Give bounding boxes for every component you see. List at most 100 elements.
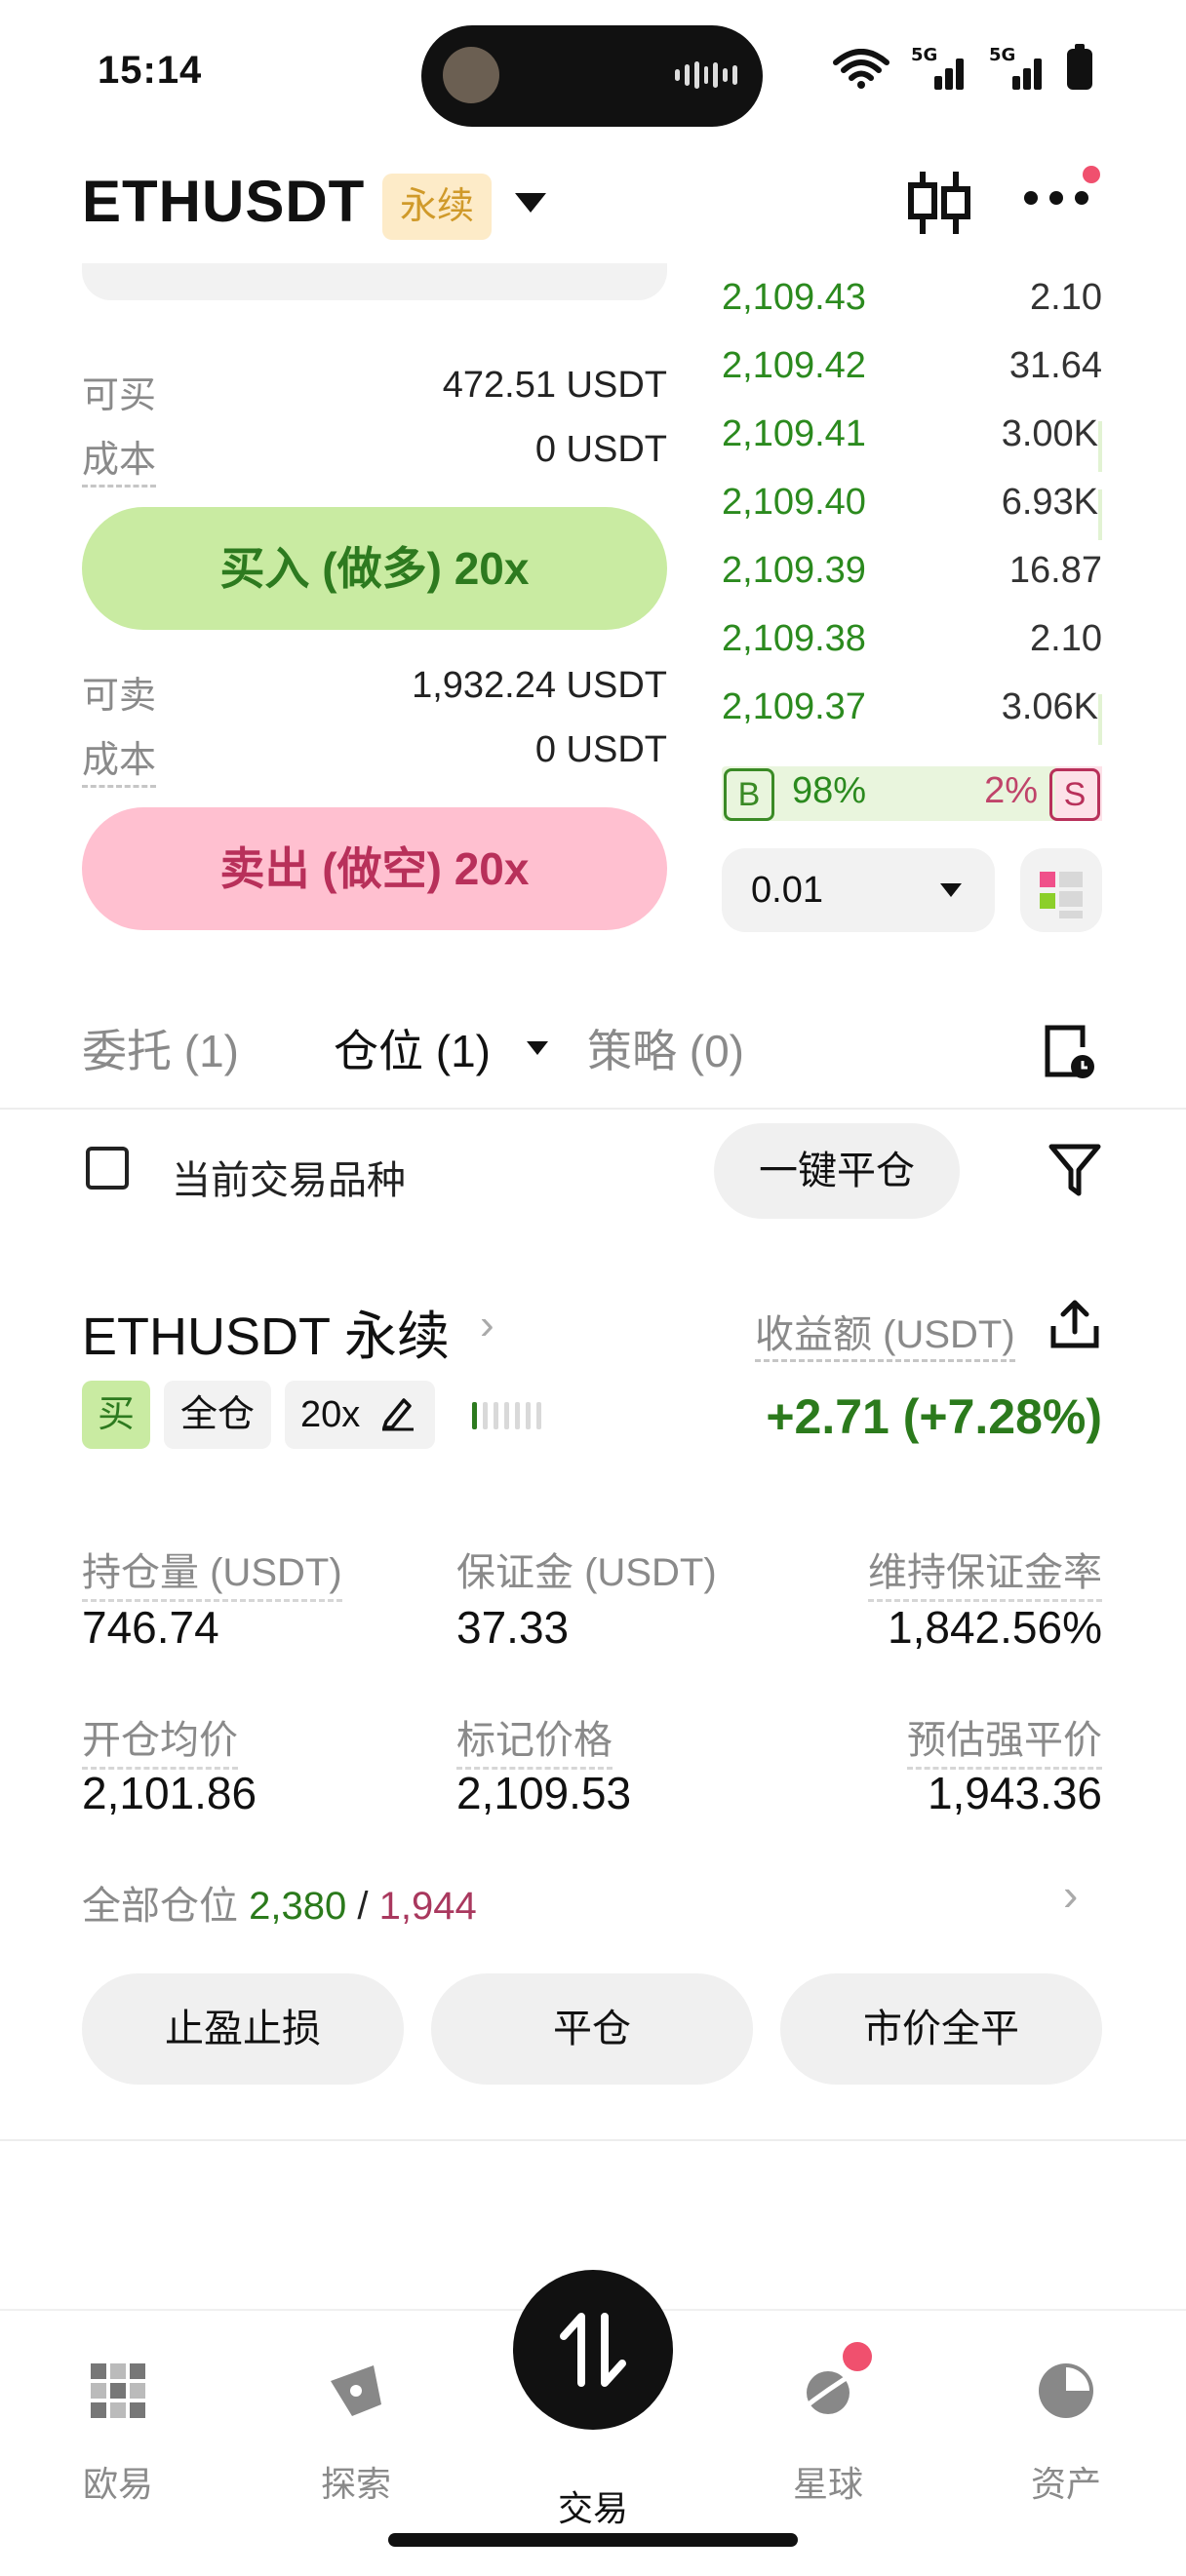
more-options-icon[interactable] xyxy=(1024,191,1088,205)
orderbook-price: 2,109.41 xyxy=(722,413,866,454)
orderbook-price: 2,109.42 xyxy=(722,345,866,386)
tab-orders[interactable]: 委托 (1) xyxy=(82,1016,239,1080)
close-position-button[interactable]: 平仓 xyxy=(431,1973,753,2085)
cellular-signal-icon-2: 5G xyxy=(989,45,1046,90)
all-positions-long: 2,380 xyxy=(249,1885,347,1928)
all-positions-short: 1,944 xyxy=(378,1885,477,1928)
section-divider xyxy=(0,1108,1186,1110)
sell-ratio-value: 2% xyxy=(984,770,1038,811)
tab-strategies[interactable]: 策略 (0) xyxy=(587,1016,744,1080)
buy-long-button[interactable]: 买入 (做多) 20x xyxy=(82,507,667,630)
pair-title[interactable]: ETHUSDT xyxy=(82,168,365,235)
edit-pen-icon[interactable] xyxy=(380,1394,414,1431)
orderbook-row[interactable]: 2,109.38 2.10 xyxy=(722,618,1102,686)
orderbook-row[interactable]: 2,109.43 2.10 xyxy=(722,277,1102,345)
liquidation-price-label[interactable]: 预估强平价 xyxy=(907,1708,1102,1770)
okx-logo-icon xyxy=(91,2363,145,2418)
entry-price-value: 2,101.86 xyxy=(82,1768,257,1818)
tp-sl-button[interactable]: 止盈止损 xyxy=(82,1973,404,2085)
pnl-label[interactable]: 收益额 (USDT) xyxy=(755,1303,1015,1362)
buy-cost-label[interactable]: 成本 xyxy=(82,429,157,488)
chevron-right-icon[interactable]: › xyxy=(480,1301,494,1349)
home-indicator[interactable] xyxy=(388,2533,798,2547)
buy-sell-ratio-bar: B 98% 2% S xyxy=(722,764,1102,823)
pie-chart-icon xyxy=(1039,2363,1093,2418)
all-positions-summary[interactable]: 全部仓位 2,380 / 1,944 xyxy=(82,1874,477,1931)
maintenance-margin-ratio-value: 1,842.56% xyxy=(888,1602,1102,1653)
layout-cell-icon xyxy=(1040,872,1055,887)
nav-label-trade: 交易 xyxy=(557,2488,628,2528)
sell-short-button[interactable]: 卖出 (做空) 20x xyxy=(82,807,667,930)
orderbook-price: 2,109.38 xyxy=(722,618,866,659)
chevron-right-icon[interactable]: › xyxy=(1063,1868,1078,1921)
mark-price-label[interactable]: 标记价格 xyxy=(456,1708,613,1770)
margin-value: 37.33 xyxy=(456,1602,570,1653)
layout-cell-icon xyxy=(1040,893,1055,909)
price-step-value: 0.01 xyxy=(751,870,823,911)
amount-input-partial[interactable] xyxy=(82,263,667,300)
nav-item-okx[interactable]: 欧易 xyxy=(45,2360,191,2507)
market-close-all-button[interactable]: 市价全平 xyxy=(780,1973,1102,2085)
share-icon[interactable] xyxy=(1048,1297,1102,1351)
margin-mode-badge: 全仓 xyxy=(164,1381,271,1449)
nav-item-planet[interactable]: 星球 xyxy=(755,2360,901,2507)
orderbook-row[interactable]: 2,109.42 31.64 xyxy=(722,345,1102,413)
buy-ratio-value: 98% xyxy=(792,770,867,811)
order-history-icon[interactable] xyxy=(1042,1022,1096,1082)
orderbook-price: 2,109.43 xyxy=(722,277,866,318)
orderbook-layout-button[interactable] xyxy=(1020,848,1102,932)
battery-icon xyxy=(1067,44,1092,90)
entry-price-label[interactable]: 开仓均价 xyxy=(82,1708,238,1770)
sell-available-value: 1,932.24 USDT xyxy=(412,665,667,706)
pair-dropdown-caret-icon[interactable] xyxy=(515,193,546,213)
tab-positions[interactable]: 仓位 (1) xyxy=(334,1016,491,1080)
status-icons: 5G 5G xyxy=(833,44,1092,90)
orderbook-row[interactable]: 2,109.37 3.06K xyxy=(722,686,1102,755)
ratio-track xyxy=(722,766,1102,821)
position-size-value: 746.74 xyxy=(82,1602,219,1653)
layout-cell-icon xyxy=(1059,872,1083,887)
price-step-select[interactable]: 0.01 xyxy=(722,848,995,932)
orderbook-price: 2,109.37 xyxy=(722,686,866,727)
orderbook-size: 16.87 xyxy=(1008,550,1102,591)
nav-label: 探索 xyxy=(320,2464,391,2504)
all-positions-separator: / xyxy=(357,1885,369,1928)
buy-cost-value: 0 USDT xyxy=(534,429,667,470)
risk-level-meter xyxy=(472,1402,541,1429)
orderbook-size: 3.06K xyxy=(1001,686,1098,727)
orderbook-size: 2.10 xyxy=(1030,277,1102,318)
position-title[interactable]: ETHUSDT 永续 xyxy=(82,1293,450,1370)
orderbook-size: 6.93K xyxy=(1001,482,1098,523)
orderbook-size: 3.00K xyxy=(1001,413,1098,454)
all-positions-label: 全部仓位 xyxy=(82,1885,238,1928)
margin-label: 保证金 (USDT) xyxy=(456,1551,717,1594)
cellular-signal-icon: 5G xyxy=(911,45,968,90)
close-all-button[interactable]: 一键平仓 xyxy=(714,1123,960,1219)
contract-type-tag: 永续 xyxy=(382,174,492,240)
trade-arrows-icon xyxy=(560,2313,626,2387)
buy-ratio-tag: B xyxy=(724,768,774,821)
compass-icon xyxy=(331,2365,381,2416)
orderbook-row[interactable]: 2,109.41 3.00K xyxy=(722,413,1102,482)
nav-label: 星球 xyxy=(792,2464,863,2504)
position-size-label[interactable]: 持仓量 (USDT) xyxy=(82,1541,342,1602)
maintenance-margin-ratio-label[interactable]: 维持保证金率 xyxy=(868,1541,1102,1602)
orderbook-row[interactable]: 2,109.40 6.93K xyxy=(722,482,1102,550)
section-divider xyxy=(0,2139,1186,2141)
buy-available-value: 472.51 USDT xyxy=(442,365,667,406)
buy-available-label: 可买 xyxy=(82,375,157,416)
candlestick-chart-icon[interactable] xyxy=(905,168,973,238)
filter-icon[interactable] xyxy=(1048,1141,1102,1199)
positions-dropdown-icon[interactable] xyxy=(527,1041,548,1055)
pnl-value: +2.71 (+7.28%) xyxy=(766,1389,1102,1444)
layout-cell-icon xyxy=(1059,891,1083,907)
orderbook-row[interactable]: 2,109.39 16.87 xyxy=(722,550,1102,618)
nav-item-assets[interactable]: 资产 xyxy=(993,2360,1139,2507)
current-pair-label[interactable]: 当前交易品种 xyxy=(172,1149,406,1205)
current-pair-checkbox[interactable] xyxy=(86,1147,129,1190)
nav-item-explore[interactable]: 探索 xyxy=(283,2360,429,2507)
nav-item-trade[interactable] xyxy=(513,2270,673,2430)
dynamic-island[interactable] xyxy=(421,25,763,127)
sell-cost-label[interactable]: 成本 xyxy=(82,729,157,788)
sell-cost-value: 0 USDT xyxy=(534,729,667,770)
